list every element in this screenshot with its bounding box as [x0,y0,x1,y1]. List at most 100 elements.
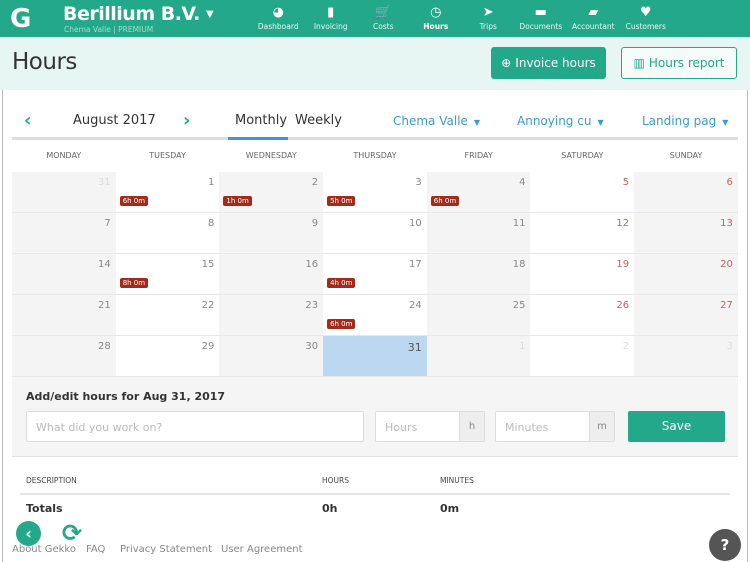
calendar-day-cell[interactable]: 28 [12,336,116,376]
back-chevron-icon[interactable]: ‹ [16,521,41,546]
calendar-day-cell[interactable]: 31 [323,336,427,376]
calendar-day-cell[interactable]: 24 6h 0m [323,295,427,335]
nav-item-dashboard[interactable]: ◕ Dashboard [252,0,305,31]
nav-item-invoicing[interactable]: ▮ Invoicing [305,0,358,31]
project-filter-dropdown[interactable]: Landing pag ▼ [642,114,728,128]
hours-badge[interactable]: 6h 0m [327,319,356,329]
calendar-day-cell[interactable]: 11 [426,213,531,253]
day-number: 4 [519,177,526,188]
col-header-hours: HOURS [322,476,350,485]
tab-monthly[interactable]: Monthly [235,113,287,128]
calendar-day-cell[interactable]: 13 [634,213,738,253]
day-number: 28 [97,341,111,352]
calendar-day-cell[interactable]: 4 6h 0m [426,172,531,212]
calendar-week-row: 7 8 9 10 11 12 13 [12,213,738,254]
calendar-day-cell[interactable]: 20 [634,254,738,294]
hours-badge[interactable]: 5h 0m [327,196,356,206]
calendar-day-cell[interactable]: 19 [530,254,634,294]
help-button[interactable]: ? [709,529,741,561]
caret-down-icon: ▼ [722,118,729,127]
calendar-day-cell[interactable]: 31 [12,172,116,212]
calendar-day-cell[interactable]: 10 [323,213,427,253]
calendar-day-cell[interactable]: 6 [634,172,738,212]
hours-badge[interactable]: 1h 0m [223,196,252,206]
calendar-day-cell[interactable]: 2 [530,336,634,376]
description-input[interactable]: What did you work on? [26,411,364,442]
hours-input[interactable]: Hours h [375,411,485,442]
footer-link-privacy[interactable]: Privacy Statement [120,544,212,555]
calendar-day-cell[interactable]: 2 1h 0m [219,172,324,212]
company-switcher[interactable]: Berillium B.V. ▼ [63,3,214,25]
day-number: 26 [616,300,630,311]
footer-link-faq[interactable]: FAQ [86,544,105,555]
calendar-day-cell[interactable]: 30 [219,336,324,376]
nav-item-trips[interactable]: ➤ Trips [462,0,515,31]
location-arrow-icon: ➤ [482,5,494,20]
day-number: 7 [104,218,111,229]
nav-item-hours[interactable]: ◷ Hours [410,0,463,31]
calendar-day-cell[interactable]: 8 [116,213,220,253]
calendar-day-cell[interactable]: 25 [426,295,531,335]
footer-link-about[interactable]: About Gekko [12,544,76,555]
day-number: 16 [305,259,319,270]
day-number: 13 [720,218,733,229]
calendar-day-cell[interactable]: 21 [12,295,116,335]
employee-filter-dropdown[interactable]: Chema Valle ▼ [393,114,480,128]
calendar-day-cell[interactable]: 7 [12,213,116,253]
calendar-day-cell[interactable]: 23 [219,295,324,335]
day-number: 12 [616,218,630,229]
hours-badge[interactable]: 6h 0m [430,196,460,206]
nav-item-customers[interactable]: ♥ Customers [620,0,673,31]
calendar-day-cell[interactable]: 26 [530,295,634,335]
bar-chart-icon: ▥ [633,56,645,70]
calendar-day-cell[interactable]: 1 [426,336,531,376]
calendar-day-cell[interactable]: 15 8h 0m [116,254,220,294]
day-number: 2 [622,341,630,352]
hours-badge[interactable]: 6h 0m [119,196,149,206]
calendar-day-cell[interactable]: 27 [634,295,738,335]
minutes-suffix: m [589,412,614,441]
calendar-day-cell[interactable]: 16 [219,254,324,294]
day-number: 29 [201,341,215,352]
prev-month-chevron-icon[interactable]: ‹ [24,110,31,131]
tab-weekly[interactable]: Weekly [295,113,342,128]
calendar-day-cell[interactable]: 3 5h 0m [323,172,427,212]
col-header-minutes: MINUTES [440,476,474,485]
calendar-day-cell[interactable]: 12 [530,213,634,253]
day-number: 19 [616,259,630,270]
day-number: 8 [208,218,215,229]
caret-down-icon: ▼ [597,118,604,127]
save-button[interactable]: Save [628,411,725,442]
refresh-icon[interactable]: ⟳ [58,519,86,547]
table-divider [20,493,730,495]
nav-item-documents[interactable]: ▬ Documents [515,0,568,31]
customer-filter-dropdown[interactable]: Annoying cu ▼ [517,114,604,128]
day-number: 31 [407,341,422,354]
hours-report-button[interactable]: ▥ Hours report [621,47,737,79]
calendar-day-cell[interactable]: 18 [426,254,531,294]
day-number: 1 [519,341,526,352]
calendar-day-cell[interactable]: 3 [634,336,738,376]
calendar-day-cell[interactable]: 22 [116,295,220,335]
day-number: 11 [512,218,526,229]
footer-link-user-agreement[interactable]: User Agreement [221,544,303,555]
calendar-day-cell[interactable]: 17 4h 0m [323,254,427,294]
calendar-day-cell[interactable]: 1 6h 0m [116,172,220,212]
nav-item-accountant[interactable]: ▰ Accountant [567,0,620,31]
calendar-week-row: 28 29 30 31 1 2 3 [12,336,738,377]
minutes-input[interactable]: Minutes m [495,411,615,442]
invoice-hours-button[interactable]: ⊕ Invoice hours [491,47,606,79]
hours-badge[interactable]: 8h 0m [119,278,149,288]
heart-icon: ♥ [639,5,652,20]
day-number: 31 [97,177,111,188]
gekko-logo-icon[interactable]: G [10,4,36,34]
next-month-chevron-icon[interactable]: › [183,110,190,131]
calendar-day-cell[interactable]: 9 [219,213,324,253]
calendar-day-cell[interactable]: 5 [530,172,634,212]
day-number: 27 [720,300,733,311]
day-number: 30 [305,341,319,352]
calendar-day-cell[interactable]: 29 [116,336,220,376]
nav-item-costs[interactable]: 🛒 Costs [357,0,410,31]
hours-badge[interactable]: 4h 0m [327,278,356,288]
calendar-day-cell[interactable]: 14 [12,254,116,294]
